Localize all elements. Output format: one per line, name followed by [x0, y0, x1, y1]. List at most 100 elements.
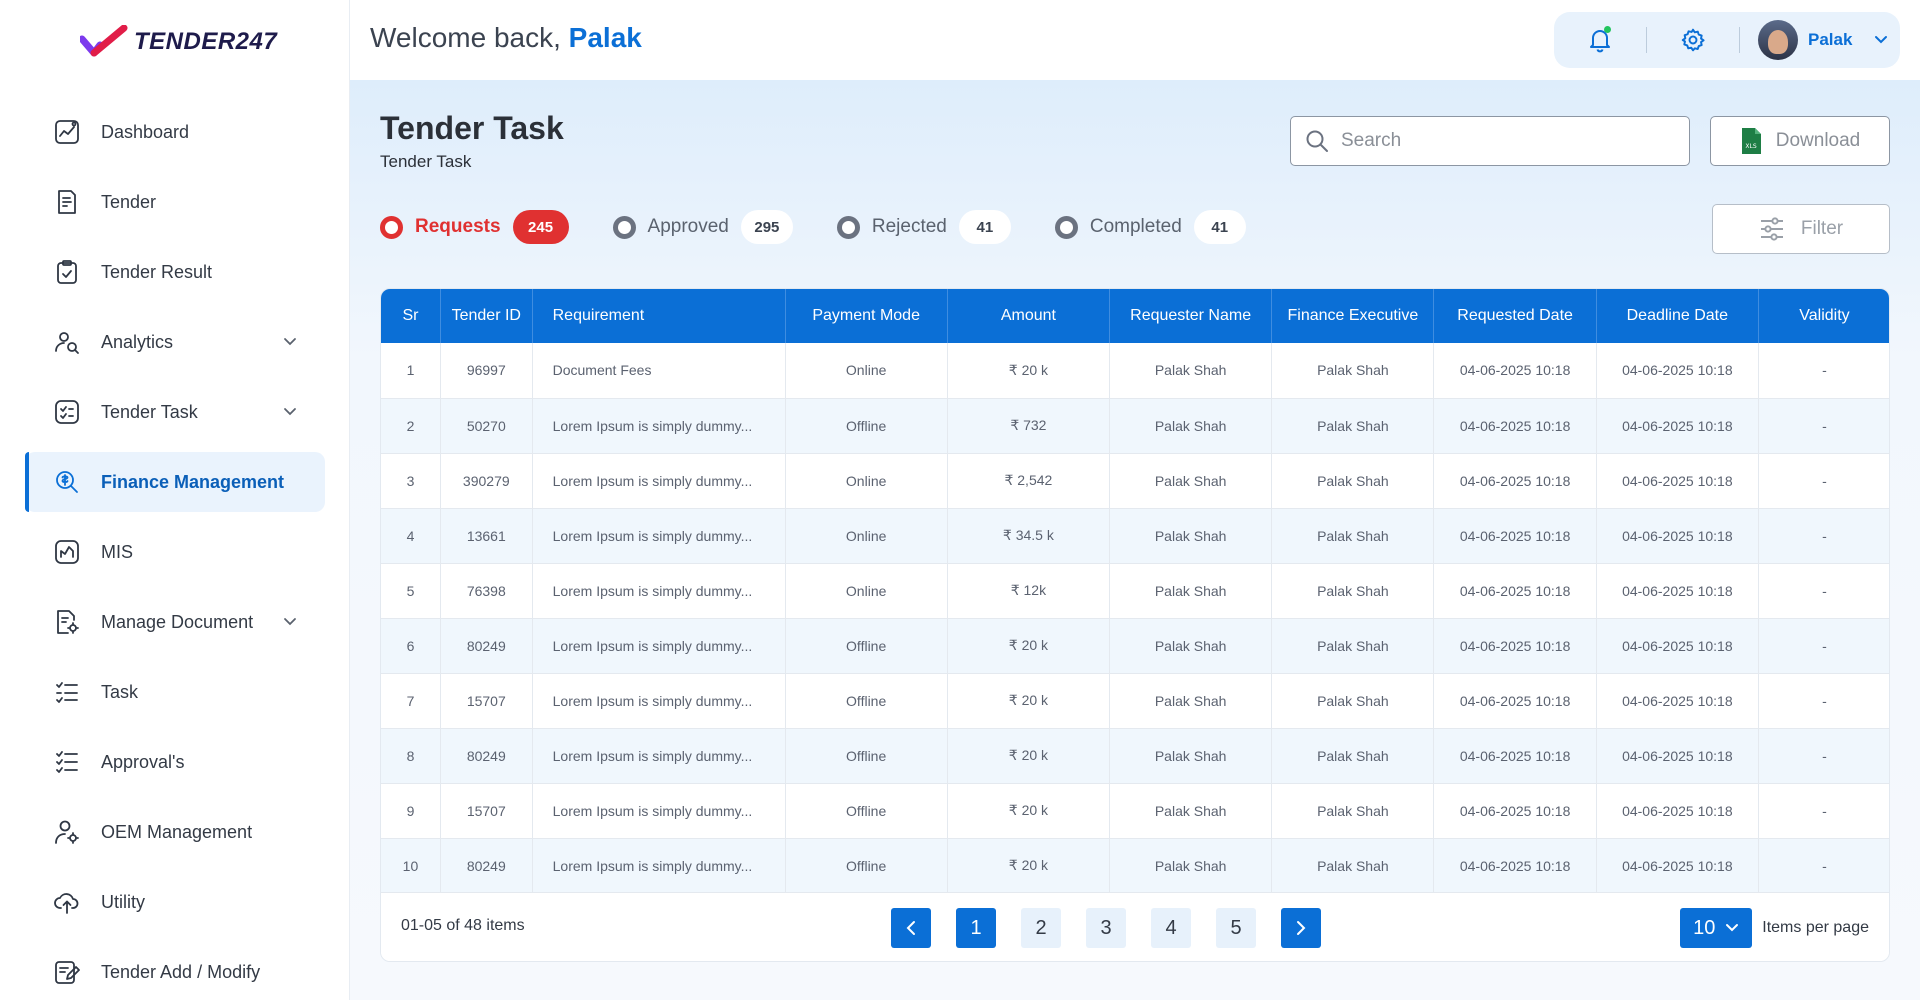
sidebar-item-task[interactable]: Task	[25, 662, 325, 722]
column-header[interactable]: Validity	[1758, 289, 1889, 343]
page-button-5[interactable]: 5	[1216, 908, 1256, 948]
table-cell: 04-06-2025 10:18	[1596, 563, 1759, 619]
table-cell: 04-06-2025 10:18	[1433, 398, 1597, 454]
search-icon	[1306, 130, 1328, 152]
settings-button[interactable]	[1665, 12, 1721, 68]
page-button-3[interactable]: 3	[1086, 908, 1126, 948]
table-cell: ₹ 20 k	[947, 343, 1111, 399]
user-menu[interactable]: Palak	[1758, 20, 1888, 60]
items-info: 01-05 of 48 items	[401, 917, 525, 934]
table-row[interactable]: 5 76398 Lorem Ipsum is simply dummy... Onli…	[381, 563, 1889, 619]
radio-icon[interactable]	[612, 215, 636, 239]
sidebar-item-tender-add-modify[interactable]: Tender Add / Modify	[25, 942, 325, 1000]
clipboard-check-icon	[53, 258, 81, 286]
sidebar-item-tender-task[interactable]: Tender Task	[25, 382, 325, 442]
sidebar-item-label: Tender	[101, 191, 157, 212]
chevron-right-icon	[1297, 921, 1306, 935]
column-header[interactable]: Payment Mode	[785, 289, 948, 343]
sidebar-item-tender[interactable]: Tender	[25, 172, 325, 232]
column-header[interactable]: Requested Date	[1433, 289, 1597, 343]
sliders-icon	[1760, 217, 1783, 241]
brand-logo[interactable]: TENDER247	[80, 22, 277, 62]
cloud-upload-icon	[53, 888, 81, 916]
table-row[interactable]: 7 15707 Lorem Ipsum is simply dummy... Offl…	[381, 673, 1889, 729]
page-number: 5	[1230, 916, 1242, 939]
per-page-control: 10 Items per page	[1680, 908, 1869, 948]
tab-label: Approved	[647, 216, 729, 237]
tab-rejected[interactable]: Rejected 41	[836, 210, 1011, 244]
filter-button[interactable]: Filter	[1712, 204, 1890, 254]
table-cell: 04-06-2025 10:18	[1596, 343, 1759, 399]
table-row[interactable]: 10 80249 Lorem Ipsum is simply dummy... Off…	[381, 838, 1889, 894]
sidebar-item-approval-s[interactable]: Approval's	[25, 732, 325, 792]
per-page-value: 10	[1693, 916, 1716, 939]
page-button-2[interactable]: 2	[1021, 908, 1061, 948]
table-row[interactable]: 3 390279 Lorem Ipsum is simply dummy... Onl…	[381, 453, 1889, 509]
sidebar-item-dashboard[interactable]: Dashboard	[25, 102, 325, 162]
table-cell: 4	[381, 508, 441, 564]
table-row[interactable]: 2 50270 Lorem Ipsum is simply dummy... Offl…	[381, 398, 1889, 454]
count-badge: 41	[958, 210, 1011, 244]
tab-completed[interactable]: Completed 41	[1054, 210, 1246, 244]
column-header[interactable]: Requester Name	[1109, 289, 1273, 343]
table-row[interactable]: 6 80249 Lorem Ipsum is simply dummy... Offl…	[381, 618, 1889, 674]
table-cell: ₹ 2,542	[947, 453, 1111, 509]
table-row[interactable]: 8 80249 Lorem Ipsum is simply dummy... Offl…	[381, 728, 1889, 784]
table-cell: -	[1758, 343, 1889, 399]
table-header: Sr Tender ID Requirement Payment Mode Amount…	[381, 289, 1889, 343]
sidebar-item-mis[interactable]: MIS	[25, 522, 325, 582]
per-page-select[interactable]: 10	[1680, 908, 1753, 948]
sidebar-item-label: Approval's	[101, 751, 185, 772]
radio-icon[interactable]	[836, 215, 860, 239]
column-header[interactable]: Sr	[381, 289, 441, 343]
sidebar-item-label: Manage Document	[101, 611, 254, 632]
next-page-button[interactable]	[1281, 908, 1321, 948]
table-cell: -	[1758, 508, 1889, 564]
main-content: Tender Task Tender Task XLS Download Fil…	[350, 80, 1920, 1000]
table-cell: ₹ 20 k	[947, 618, 1111, 674]
tab-approved[interactable]: Approved 295	[612, 210, 793, 244]
table-row[interactable]: 4 13661 Lorem Ipsum is simply dummy... Onli…	[381, 508, 1889, 564]
sidebar-item-finance-management[interactable]: Finance Management	[25, 452, 325, 512]
radio-icon[interactable]	[380, 215, 403, 239]
page-button-4[interactable]: 4	[1151, 908, 1191, 948]
table-cell: Palak Shah	[1109, 398, 1273, 454]
table-cell: Palak Shah	[1109, 783, 1273, 839]
chevron-down-icon	[283, 404, 297, 422]
table-cell: Offline	[785, 838, 948, 894]
sidebar-item-label: Tender Add / Modify	[101, 961, 261, 982]
table-cell: Palak Shah	[1271, 618, 1435, 674]
column-header[interactable]: Amount	[947, 289, 1111, 343]
welcome-prefix: Welcome back,	[370, 22, 561, 53]
sidebar-item-tender-result[interactable]: Tender Result	[25, 242, 325, 302]
column-header[interactable]: Tender ID	[440, 289, 533, 343]
sidebar-item-oem-management[interactable]: OEM Management	[25, 802, 325, 862]
page-button-1[interactable]: 1	[956, 908, 996, 948]
search-box[interactable]	[1290, 116, 1690, 166]
search-input[interactable]	[1341, 130, 1661, 152]
sidebar-item-analytics[interactable]: Analytics	[25, 312, 325, 372]
table-cell: Offline	[785, 398, 948, 454]
count-badge: 245	[512, 210, 569, 244]
prev-page-button[interactable]	[891, 908, 931, 948]
table-row[interactable]: 1 96997 Document Fees Online ₹ 20 k Palak Sha…	[381, 343, 1889, 399]
table-cell: 1	[381, 343, 441, 399]
user-search-icon	[53, 328, 81, 356]
table-row[interactable]: 9 15707 Lorem Ipsum is simply dummy... Offl…	[381, 783, 1889, 839]
table-cell: Palak Shah	[1109, 343, 1273, 399]
table-cell: 04-06-2025 10:18	[1433, 563, 1597, 619]
table-cell: 04-06-2025 10:18	[1596, 508, 1759, 564]
table-cell: Lorem Ipsum is simply dummy...	[532, 453, 786, 509]
sidebar-item-manage-document[interactable]: Manage Document	[25, 592, 325, 652]
column-header[interactable]: Deadline Date	[1596, 289, 1759, 343]
radio-icon[interactable]	[1054, 215, 1078, 239]
user-name: Palak	[1808, 30, 1853, 49]
table-cell: ₹ 20 k	[947, 783, 1111, 839]
notifications-button[interactable]	[1572, 12, 1628, 68]
sidebar-item-utility[interactable]: Utility	[25, 872, 325, 932]
column-header[interactable]: Requirement	[532, 289, 786, 343]
tab-requests[interactable]: Requests 245	[380, 210, 569, 244]
svg-text:XLS: XLS	[1745, 143, 1756, 150]
download-button[interactable]: XLS Download	[1710, 116, 1890, 166]
column-header[interactable]: Finance Executive	[1271, 289, 1435, 343]
